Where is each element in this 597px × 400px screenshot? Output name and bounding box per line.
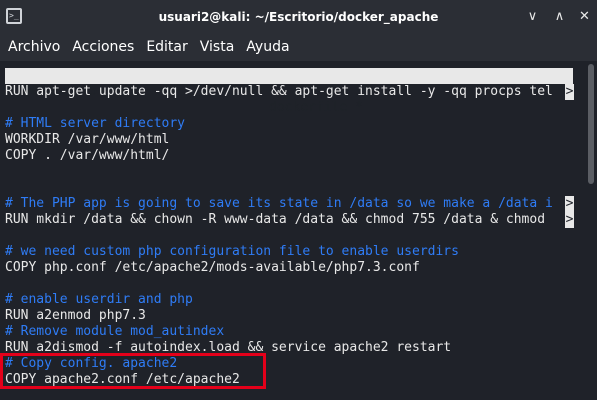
code-line: RUN a2enmod php7.3 xyxy=(5,308,146,323)
line-truncation-marker: > xyxy=(565,84,574,100)
menu-acciones[interactable]: Acciones xyxy=(72,39,134,55)
line-truncation-marker: > xyxy=(565,196,574,212)
menu-bar: Archivo Acciones Editar Vista Ayuda xyxy=(0,33,597,61)
nano-header: GNU nano 5.4 dockerfile * xyxy=(5,68,573,115)
menu-vista[interactable]: Vista xyxy=(200,39,235,55)
minimize-icon[interactable]: ∨ xyxy=(525,9,540,24)
comment-line: # The PHP app is going to save its state… xyxy=(5,196,553,211)
window-titlebar[interactable]: >_ usuari2@kali: ~/Escritorio/docker_apa… xyxy=(0,0,597,33)
comment-line: # HTML server directory xyxy=(5,116,186,131)
terminal-icon: >_ xyxy=(6,8,22,24)
code-line: WORKDIR /var/www/html xyxy=(5,132,170,147)
scrollbar[interactable] xyxy=(588,64,594,184)
menu-editar[interactable]: Editar xyxy=(146,39,187,55)
terminal-area[interactable]: GNU nano 5.4 dockerfile * RUN apt-get up… xyxy=(0,61,597,400)
code-line: COPY php.conf /etc/apache2/mods-availabl… xyxy=(5,260,420,275)
menu-archivo[interactable]: Archivo xyxy=(8,39,60,55)
code-line: RUN apt-get update -qq >/dev/null && apt… xyxy=(5,84,553,99)
line-truncation-marker: > xyxy=(565,212,574,228)
comment-line: # we need custom php configuration file … xyxy=(5,244,459,259)
highlight-box xyxy=(0,353,266,389)
menu-ayuda[interactable]: Ayuda xyxy=(246,39,289,55)
maximize-icon[interactable]: ∧ xyxy=(552,9,567,24)
window-title: usuari2@kali: ~/Escritorio/docker_apache xyxy=(158,9,439,24)
code-line: RUN mkdir /data && chown -R www-data /da… xyxy=(5,212,553,227)
code-line: COPY . /var/www/html/ xyxy=(5,148,170,163)
close-icon[interactable]: ✕ xyxy=(577,9,592,24)
comment-line: # enable userdir and php xyxy=(5,292,193,307)
comment-line: # Remove module mod_autindex xyxy=(5,324,225,339)
